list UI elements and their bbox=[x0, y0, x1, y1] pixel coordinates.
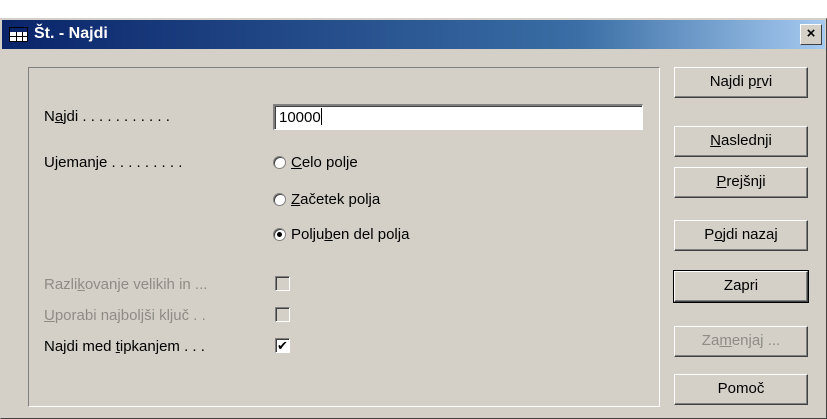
best-key-label: Uporabi najboljši ključ . . bbox=[44, 307, 206, 324]
table-icon bbox=[9, 27, 28, 42]
best-key-checkbox[interactable] bbox=[275, 307, 290, 322]
go-back-button[interactable]: Pojdi nazaj bbox=[674, 220, 808, 251]
radio-unselected-icon bbox=[273, 156, 286, 169]
find-first-button[interactable]: Najdi prvi bbox=[674, 67, 808, 98]
text-caret bbox=[320, 108, 322, 125]
case-sensitive-label: Razlikovanje velikih in ... bbox=[44, 276, 208, 293]
replace-button[interactable]: Zamenjaj ... bbox=[674, 326, 808, 357]
close-icon: × bbox=[806, 25, 816, 42]
find-as-you-type-checkbox[interactable]: ✔ bbox=[275, 338, 290, 353]
find-options-panel: Najdi . . . . . . . . . . . 10000 Ujeman… bbox=[28, 67, 660, 407]
find-as-you-type-label: Najdi med tipkanjem . . . bbox=[44, 338, 205, 355]
radio-whole-field[interactable]: Celo polje bbox=[273, 154, 358, 172]
previous-button[interactable]: Prejšnji bbox=[674, 167, 808, 198]
close-button[interactable]: Zapri bbox=[673, 270, 809, 303]
match-label: Ujemanje . . . . . . . . . bbox=[44, 154, 183, 171]
find-dialog: Št. - Najdi × Najdi . . . . . . . . . . … bbox=[0, 18, 827, 419]
checkmark-icon: ✔ bbox=[277, 338, 288, 353]
case-sensitive-checkbox[interactable] bbox=[275, 276, 290, 291]
find-input[interactable]: 10000 bbox=[273, 104, 643, 130]
radio-start-of-field[interactable]: Začetek polja bbox=[273, 191, 380, 209]
next-button[interactable]: Naslednji bbox=[674, 126, 808, 157]
title-bar[interactable]: Št. - Najdi × bbox=[2, 20, 825, 49]
radio-selected-icon bbox=[273, 228, 286, 241]
window-title: Št. - Najdi bbox=[34, 25, 108, 42]
radio-unselected-icon bbox=[273, 193, 286, 206]
help-button[interactable]: Pomoč bbox=[674, 374, 808, 405]
radio-any-part-of-field[interactable]: Poljuben del polja bbox=[273, 226, 409, 244]
close-window-button[interactable]: × bbox=[800, 24, 822, 45]
find-label: Najdi . . . . . . . . . . . bbox=[44, 108, 170, 125]
